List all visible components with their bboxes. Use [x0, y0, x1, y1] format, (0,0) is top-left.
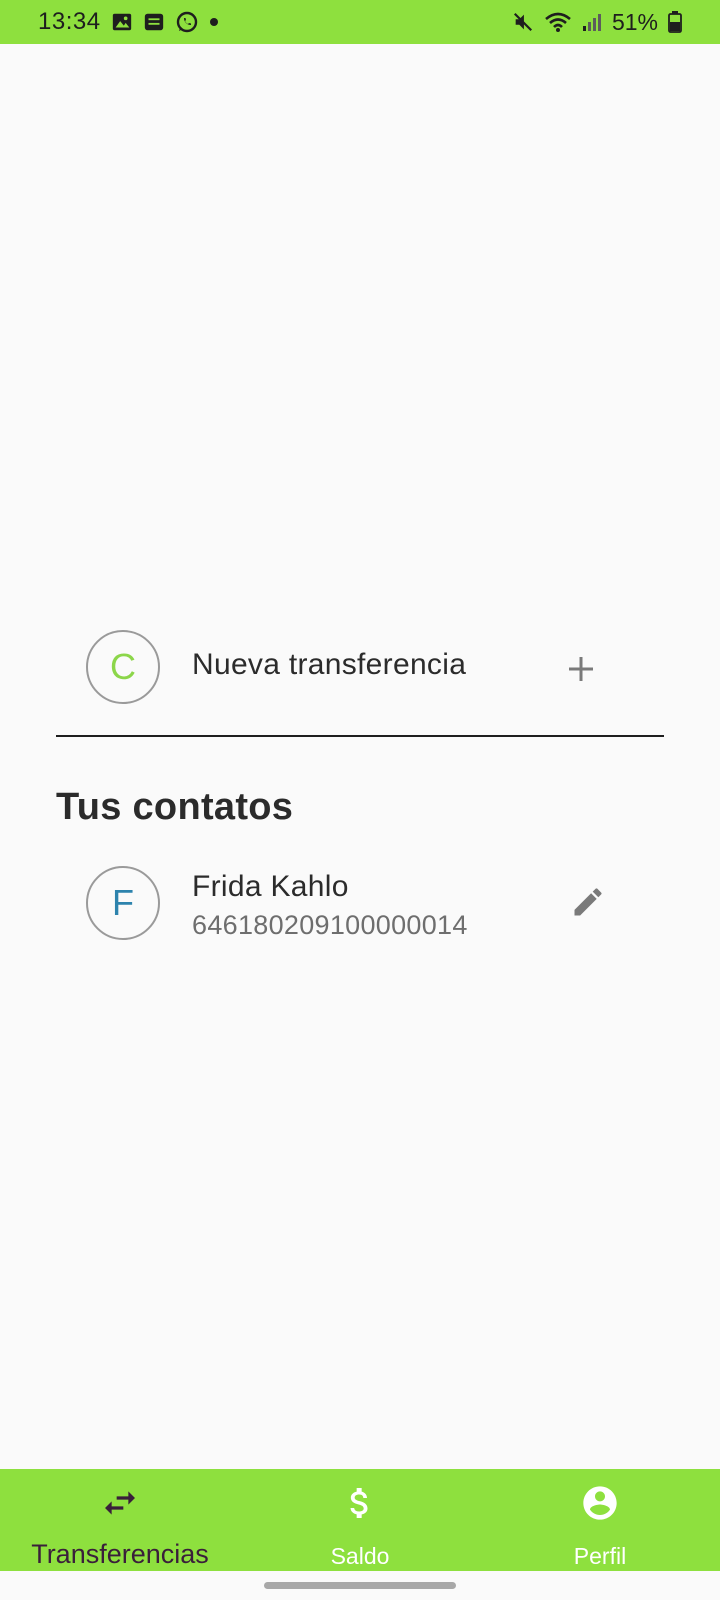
- bottom-nav: Transferencias Saldo Perfil: [0, 1469, 720, 1571]
- mute-icon: [512, 11, 534, 33]
- new-transfer-avatar: C: [86, 630, 160, 704]
- image-icon: [111, 11, 133, 33]
- home-indicator[interactable]: [264, 1582, 456, 1589]
- message-icon: [143, 11, 165, 33]
- nav-item-saldo[interactable]: Saldo: [240, 1469, 480, 1571]
- battery-icon: [668, 11, 682, 33]
- new-transfer-label: Nueva transferencia: [192, 648, 467, 681]
- nav-item-perfil[interactable]: Perfil: [480, 1469, 720, 1571]
- new-transfer-row[interactable]: C Nueva transferencia: [56, 630, 664, 706]
- nav-label-saldo: Saldo: [330, 1543, 390, 1569]
- contact-avatar: F: [86, 866, 160, 940]
- battery-percent: 51%: [611, 8, 658, 35]
- status-left: 13:34: [38, 8, 219, 36]
- contact-name: Frida Kahlo: [192, 870, 349, 903]
- whatsapp-icon: [175, 10, 199, 34]
- nav-item-transferencias[interactable]: Transferencias: [0, 1469, 240, 1571]
- account-circle-icon: [580, 1483, 620, 1523]
- divider: [56, 735, 664, 737]
- plus-icon[interactable]: [564, 652, 598, 686]
- dot-icon: [209, 17, 219, 27]
- contacts-title: Tus contatos: [56, 786, 294, 828]
- status-right: 51%: [512, 9, 682, 36]
- dollar-icon: [340, 1483, 380, 1523]
- edit-icon[interactable]: [570, 884, 606, 920]
- contact-row[interactable]: F Frida Kahlo 646180209100000014: [56, 866, 664, 942]
- nav-label-perfil: Perfil: [573, 1543, 627, 1569]
- contact-account: 646180209100000014: [192, 910, 468, 940]
- status-time: 13:34: [38, 8, 101, 35]
- signal-icon: [582, 12, 602, 32]
- wifi-icon: [544, 11, 572, 33]
- transfer-arrows-icon: [100, 1483, 140, 1523]
- nav-label-transferencias: Transferencias: [31, 1539, 209, 1569]
- status-bar: 13:34 51%: [0, 0, 720, 44]
